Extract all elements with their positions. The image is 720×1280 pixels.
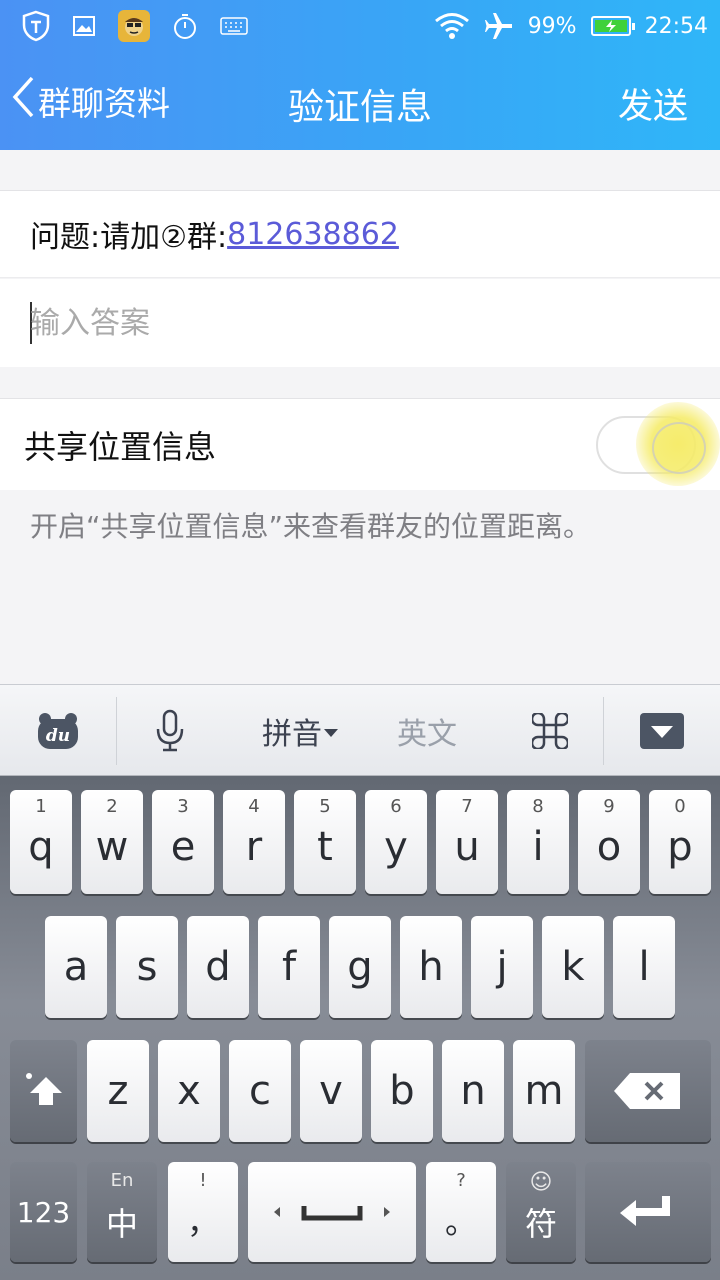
key-q[interactable]: 1q <box>10 790 72 894</box>
key-v[interactable]: v <box>300 1040 362 1142</box>
answer-row[interactable] <box>0 279 720 367</box>
command-icon <box>532 713 568 749</box>
clock-time: 22:54 <box>644 13 708 39</box>
back-button-label: 群聊资料 <box>38 84 170 123</box>
key-j[interactable]: j <box>471 916 533 1018</box>
backspace-key[interactable] <box>585 1040 711 1142</box>
key-e[interactable]: 3e <box>152 790 214 894</box>
key-t[interactable]: 5t <box>294 790 356 894</box>
chevron-left-icon <box>10 75 38 127</box>
question-row: 问题:请加②群: 812638862 <box>0 190 720 278</box>
key-h[interactable]: h <box>400 916 462 1018</box>
space-key[interactable] <box>248 1162 416 1262</box>
battery-icon <box>590 16 635 36</box>
group-number-link[interactable]: 812638862 <box>227 217 399 252</box>
key-u[interactable]: 7u <box>436 790 498 894</box>
key-w[interactable]: 2w <box>81 790 143 894</box>
key-d[interactable]: d <box>187 916 249 1018</box>
keyboard: 1q 2w 3e 4r 5t 6y 7u 8i 9o 0p a s d f g … <box>0 776 720 1280</box>
shift-key[interactable] <box>10 1040 77 1142</box>
key-r[interactable]: 4r <box>223 790 285 894</box>
key-l[interactable]: l <box>613 916 675 1018</box>
share-location-label: 共享位置信息 <box>24 427 217 466</box>
backspace-icon <box>614 1073 680 1109</box>
question-text: 问题:请加②群: <box>30 220 228 255</box>
pinyin-label: 拼音 <box>262 717 322 752</box>
key-f[interactable]: f <box>258 916 320 1018</box>
key-p[interactable]: 0p <box>649 790 711 894</box>
key-m[interactable]: m <box>513 1040 575 1142</box>
baidu-input-logo-button[interactable]: du <box>20 685 96 777</box>
back-button[interactable]: 群聊资料 <box>10 76 170 126</box>
share-location-row: 共享位置信息 <box>0 398 720 490</box>
battery-percent: 99% <box>527 13 577 39</box>
key-i[interactable]: 8i <box>507 790 569 894</box>
stopwatch-icon <box>172 12 198 40</box>
command-menu-button[interactable] <box>520 685 580 777</box>
toolbar-separator <box>603 697 604 765</box>
key-a[interactable]: a <box>45 916 107 1018</box>
enter-key[interactable] <box>585 1162 711 1262</box>
key-z[interactable]: z <box>87 1040 149 1142</box>
key-c[interactable]: c <box>229 1040 291 1142</box>
comma-key[interactable]: ! ， <box>168 1162 238 1262</box>
header-bar: 99% 22:54 群聊资料 验证信息 发送 <box>0 0 720 150</box>
key-x[interactable]: x <box>158 1040 220 1142</box>
caret-down-icon <box>324 729 338 737</box>
numbers-key[interactable]: 123 <box>10 1162 77 1262</box>
language-switch-key[interactable]: En 中 <box>87 1162 157 1262</box>
send-button[interactable]: 发送 <box>618 78 688 129</box>
key-b[interactable]: b <box>371 1040 433 1142</box>
collapse-down-icon <box>640 713 684 749</box>
shield-icon <box>22 10 50 42</box>
voice-input-button[interactable] <box>140 685 200 777</box>
status-bar: 99% 22:54 <box>0 0 720 52</box>
enter-arrow-icon <box>620 1196 670 1226</box>
toggle-knob <box>636 402 720 486</box>
airplane-mode-icon <box>484 11 514 41</box>
share-location-hint: 开启“共享位置信息”来查看群友的位置距离。 <box>30 510 592 543</box>
keyboard-toolbar: du 拼音 英文 <box>0 684 720 776</box>
share-location-toggle[interactable] <box>596 402 720 486</box>
microphone-icon <box>156 709 184 752</box>
key-g[interactable]: g <box>329 916 391 1018</box>
key-o[interactable]: 9o <box>578 790 640 894</box>
bear-paw-icon: du <box>38 713 78 749</box>
symbols-key[interactable]: ☺ 符 <box>506 1162 576 1262</box>
english-label: 英文 <box>397 717 457 752</box>
wifi-icon <box>434 12 470 40</box>
app-avatar-icon <box>118 10 150 42</box>
svg-text:du: du <box>46 726 70 746</box>
keyboard-icon <box>220 17 248 35</box>
title-bar: 群聊资料 验证信息 发送 <box>0 52 720 150</box>
period-key[interactable]: ? 。 <box>426 1162 496 1262</box>
hide-keyboard-button[interactable] <box>630 685 694 777</box>
pinyin-mode-button[interactable]: 拼音 <box>250 685 350 777</box>
key-y[interactable]: 6y <box>365 790 427 894</box>
key-s[interactable]: s <box>116 916 178 1018</box>
space-bar-icon <box>274 1206 390 1221</box>
key-k[interactable]: k <box>542 916 604 1018</box>
answer-input[interactable] <box>30 305 670 341</box>
toolbar-separator <box>116 697 117 765</box>
shift-arrow-icon <box>25 1073 62 1105</box>
english-mode-button[interactable]: 英文 <box>385 685 469 777</box>
key-n[interactable]: n <box>442 1040 504 1142</box>
image-icon <box>72 15 96 37</box>
